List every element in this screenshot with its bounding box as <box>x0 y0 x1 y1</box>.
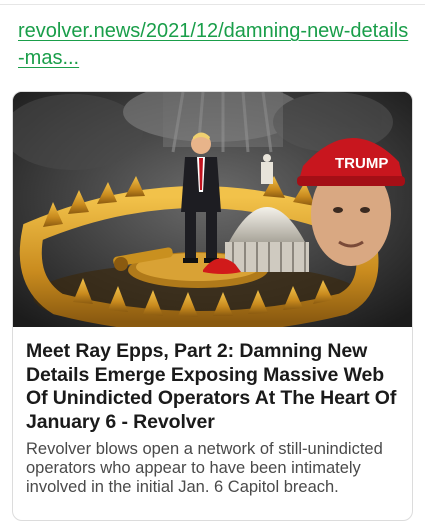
preview-image[interactable]: TRUMP <box>13 92 412 327</box>
bear-trap-illustration: TRUMP <box>13 92 412 327</box>
top-divider <box>0 4 425 5</box>
card-title[interactable]: Meet Ray Epps, Part 2: Damning New Detai… <box>26 340 400 434</box>
svg-text:TRUMP: TRUMP <box>335 155 388 172</box>
link-preview-card[interactable]: TRUMP Meet Ray Epps, Part 2: Damning New… <box>12 91 413 521</box>
article-link[interactable]: revolver.news/2021/12/damning-new-detail… <box>18 18 410 72</box>
card-description: Revolver blows open a network of still-u… <box>26 440 383 496</box>
